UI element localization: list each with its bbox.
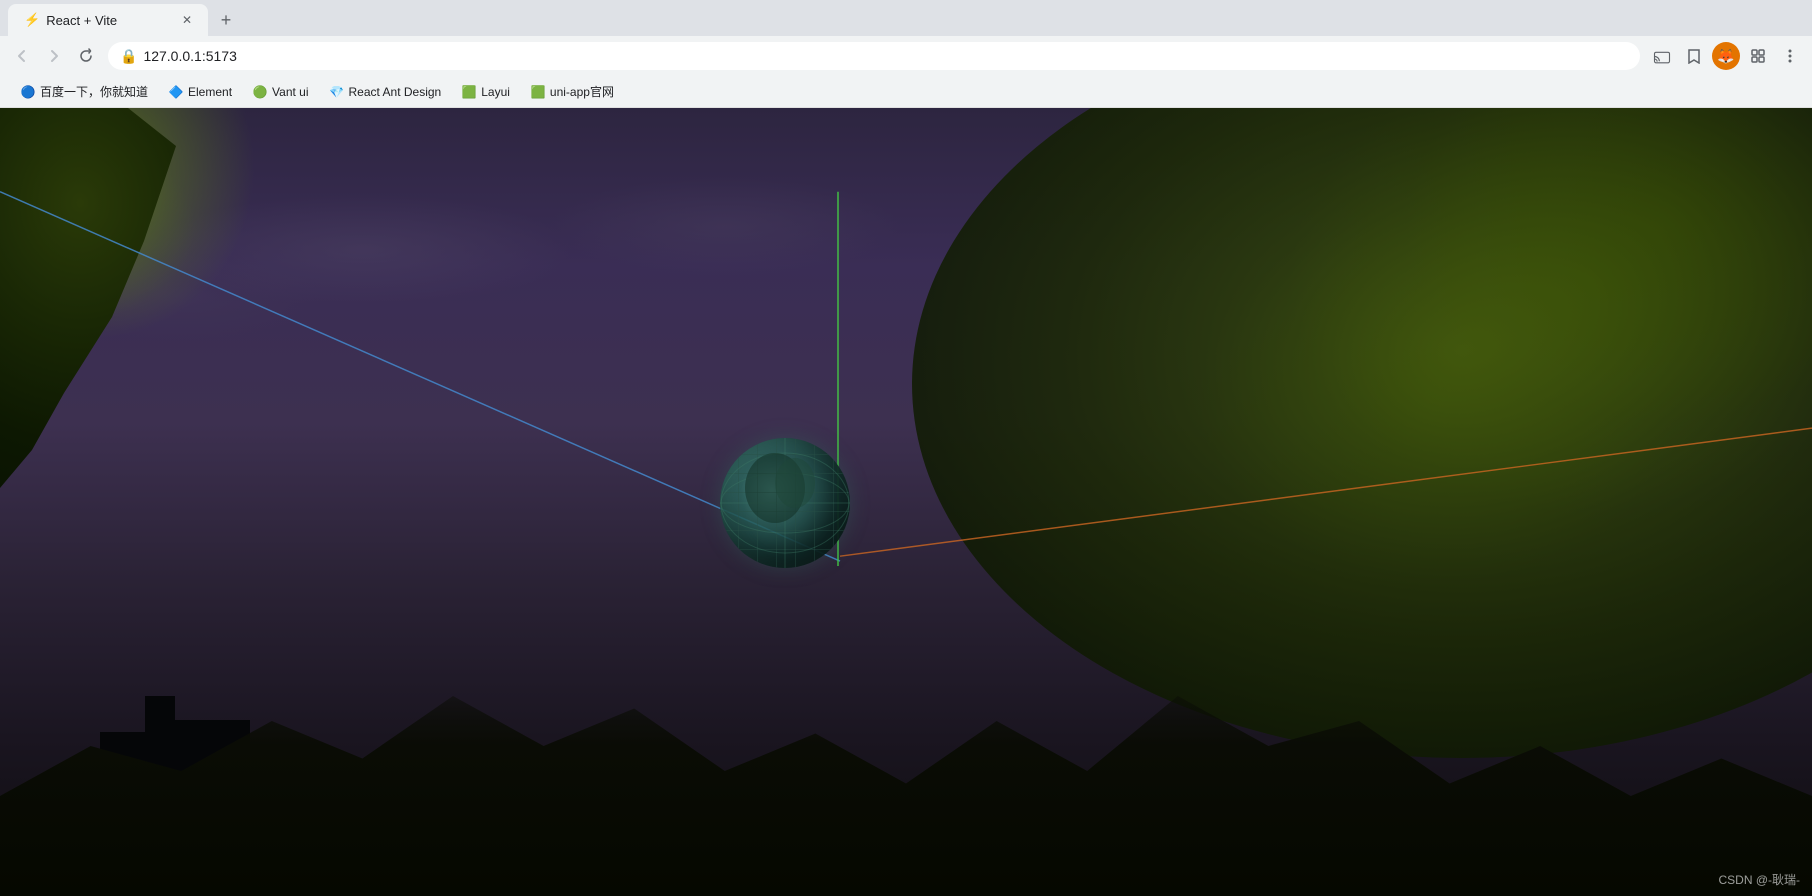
globe-sphere <box>720 438 850 568</box>
nav-bar: 🔒 127.0.0.1:5173 🦊 <box>0 36 1812 76</box>
nav-actions: 🦊 <box>1648 42 1804 70</box>
element-icon: 🔷 <box>168 84 184 100</box>
reload-button[interactable] <box>72 42 100 70</box>
bookmark-layui[interactable]: 🟩 Layui <box>453 82 518 102</box>
bookmarks-bar: 🔵 百度一下，你就知道 🔷 Element 🟢 Vant ui 💎 React … <box>0 76 1812 108</box>
layui-icon: 🟩 <box>461 84 477 100</box>
forward-button[interactable] <box>40 42 68 70</box>
tab-close-icon[interactable]: ✕ <box>182 13 192 27</box>
baidu-icon: 🔵 <box>20 84 36 100</box>
bookmark-uniapp[interactable]: 🟩 uni-app官网 <box>522 81 622 102</box>
react-ant-icon: 💎 <box>329 84 345 100</box>
url-text: 127.0.0.1:5173 <box>143 48 1628 64</box>
bookmark-element[interactable]: 🔷 Element <box>160 82 240 102</box>
lock-icon: 🔒 <box>120 48 137 65</box>
bookmark-vant[interactable]: 🟢 Vant ui <box>244 82 316 102</box>
menu-button[interactable] <box>1776 42 1804 70</box>
bookmark-baidu[interactable]: 🔵 百度一下，你就知道 <box>12 81 156 102</box>
bookmark-react-ant[interactable]: 💎 React Ant Design <box>321 82 450 102</box>
profile-button[interactable]: 🦊 <box>1712 42 1740 70</box>
new-tab-button[interactable]: + <box>212 6 240 34</box>
content-area: CSDN @-耿瑞- <box>0 108 1812 896</box>
bookmark-button[interactable] <box>1680 42 1708 70</box>
scene-background: CSDN @-耿瑞- <box>0 108 1812 896</box>
right-tree-mass <box>912 108 1812 758</box>
nav-controls <box>8 42 100 70</box>
browser-frame: ⚡ React + Vite ✕ + <box>0 0 1812 896</box>
extensions-button[interactable] <box>1744 42 1772 70</box>
tab-bar: ⚡ React + Vite ✕ + <box>0 0 1812 36</box>
address-bar[interactable]: 🔒 127.0.0.1:5173 <box>108 42 1640 70</box>
vant-icon: 🟢 <box>252 84 268 100</box>
tab-title: React + Vite <box>46 13 174 28</box>
active-tab[interactable]: ⚡ React + Vite ✕ <box>8 4 208 36</box>
back-button[interactable] <box>8 42 36 70</box>
uniapp-icon: 🟩 <box>530 84 546 100</box>
cast-button[interactable] <box>1648 42 1676 70</box>
watermark: CSDN @-耿瑞- <box>1718 871 1800 888</box>
